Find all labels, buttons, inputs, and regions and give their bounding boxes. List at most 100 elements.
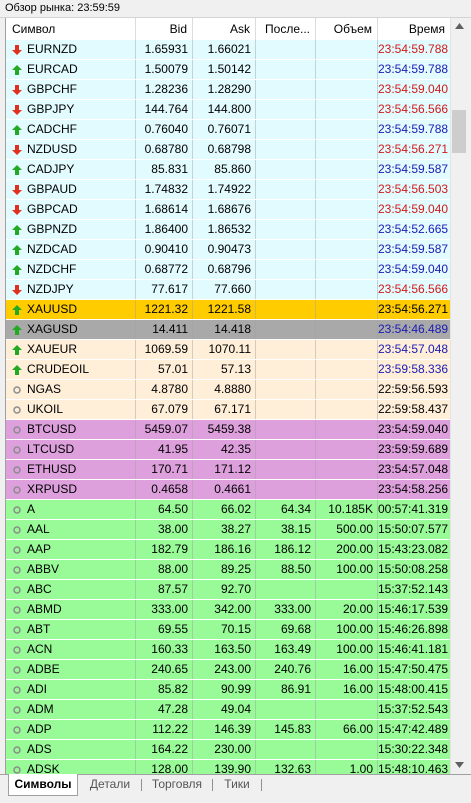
table-row[interactable]: GBPJPY 144.764 144.800 23:54:56.566 <box>6 100 451 120</box>
cell-bid: 64.50 <box>136 500 193 519</box>
cell-symbol: NGAS <box>6 380 136 399</box>
table-row[interactable]: CADCHF 0.76040 0.76071 23:54:59.788 <box>6 120 451 140</box>
tab-ticks[interactable]: Тики <box>215 775 259 794</box>
cell-bid: 38.00 <box>136 520 193 539</box>
cell-time: 23:54:59.788 <box>378 120 451 139</box>
window-title: Обзор рынка: 23:59:59 <box>5 2 121 14</box>
cell-symbol: ABMD <box>6 600 136 619</box>
table-row[interactable]: NZDCHF 0.68772 0.68796 23:54:59.040 <box>6 260 451 280</box>
table-row[interactable]: NZDUSD 0.68780 0.68798 23:54:56.271 <box>6 140 451 160</box>
column-header-volume[interactable]: Объем <box>316 18 378 40</box>
table-row[interactable]: AAL 38.00 38.27 38.15 500.00 15:50:07.577 <box>6 520 451 540</box>
circle-icon <box>13 606 21 614</box>
table-row[interactable]: AAP 182.79 186.16 186.12 200.00 15:43:23.082 <box>6 540 451 560</box>
cell-time: 15:30:22.348 <box>378 740 451 759</box>
cell-volume: 200.00 <box>316 540 378 559</box>
table-row[interactable]: EURCAD 1.50079 1.50142 23:54:59.788 <box>6 60 451 80</box>
table-row[interactable]: CRUDEOIL 57.01 57.13 23:59:58.336 <box>6 360 451 380</box>
circle-icon <box>13 506 21 514</box>
table-row[interactable]: ADM 47.28 49.04 15:37:52.543 <box>6 700 451 720</box>
column-header-last[interactable]: Послe... <box>256 18 316 40</box>
cell-ask: 1070.11 <box>193 340 256 359</box>
cell-bid: 1.86400 <box>136 220 193 239</box>
column-header-bid[interactable]: Bid <box>136 18 193 40</box>
market-watch-window: Обзор рынка: 23:59:59 Символ Bid Ask Пос… <box>0 0 471 803</box>
tab-symbols[interactable]: Символы <box>8 774 78 796</box>
cell-time: 00:57:41.319 <box>378 500 451 519</box>
table-row[interactable]: XRPUSD 0.4658 0.4661 23:54:58.256 <box>6 480 451 500</box>
cell-symbol: ABBV <box>6 560 136 579</box>
cell-time: 15:37:52.143 <box>378 580 451 599</box>
table-row[interactable]: NGAS 4.8780 4.8880 22:59:56.593 <box>6 380 451 400</box>
scroll-up-button[interactable] <box>451 18 468 35</box>
cell-ask: 0.4661 <box>193 480 256 499</box>
table-row[interactable]: GBPCAD 1.68614 1.68676 23:54:59.040 <box>6 200 451 220</box>
cell-bid: 77.617 <box>136 280 193 299</box>
cell-bid: 1.74832 <box>136 180 193 199</box>
table-row[interactable]: GBPCHF 1.28236 1.28290 23:54:59.040 <box>6 80 451 100</box>
cell-ask: 66.02 <box>193 500 256 519</box>
cell-symbol: ABT <box>6 620 136 639</box>
cell-bid: 85.831 <box>136 160 193 179</box>
table-row[interactable]: ADI 85.82 90.99 86.91 16.00 15:48:00.415 <box>6 680 451 700</box>
table-row[interactable]: GBPNZD 1.86400 1.86532 23:54:52.665 <box>6 220 451 240</box>
scrollbar-thumb[interactable] <box>452 110 466 153</box>
cell-time: 23:54:59.040 <box>378 80 451 99</box>
table-row[interactable]: XAUUSD 1221.32 1221.58 23:54:56.271 <box>6 300 451 320</box>
table-row[interactable]: ADP 112.22 146.39 145.83 66.00 15:47:42.489 <box>6 720 451 740</box>
symbol-name: EURCAD <box>27 62 78 76</box>
symbol-name: AAL <box>27 522 50 536</box>
table-row[interactable]: LTCUSD 41.95 42.35 23:59:59.689 <box>6 440 451 460</box>
table-row[interactable]: ABMD 333.00 342.00 333.00 20.00 15:46:17.539 <box>6 600 451 620</box>
vertical-scrollbar[interactable] <box>450 18 468 774</box>
column-header-time[interactable]: Время <box>378 18 451 40</box>
window-title-bar[interactable]: Обзор рынка: 23:59:59 <box>0 0 471 18</box>
table-row[interactable]: ABT 69.55 70.15 69.68 100.00 15:46:26.898 <box>6 620 451 640</box>
cell-ask: 38.27 <box>193 520 256 539</box>
table-row[interactable]: GBPAUD 1.74832 1.74922 23:54:56.503 <box>6 180 451 200</box>
cell-last <box>256 740 316 759</box>
table-row[interactable]: BTCUSD 5459.07 5459.38 23:54:59.040 <box>6 420 451 440</box>
table-row[interactable]: CADJPY 85.831 85.860 23:54:59.587 <box>6 160 451 180</box>
circle-icon <box>13 686 21 694</box>
scroll-down-button[interactable] <box>451 757 468 774</box>
column-header-ask[interactable]: Ask <box>193 18 256 40</box>
table-row[interactable]: ADSK 128.00 139.90 132.63 1.00 15:48:10.463 <box>6 760 451 774</box>
cell-ask: 1.74922 <box>193 180 256 199</box>
table-row[interactable]: ACN 160.33 163.50 163.49 100.00 15:46:41.181 <box>6 640 451 660</box>
cell-time: 23:54:57.048 <box>378 460 451 479</box>
table-row[interactable]: ABBV 88.00 89.25 88.50 100.00 15:50:08.258 <box>6 560 451 580</box>
cell-volume: 500.00 <box>316 520 378 539</box>
table-row[interactable]: A 64.50 66.02 64.34 10.185K 00:57:41.319 <box>6 500 451 520</box>
cell-bid: 4.8780 <box>136 380 193 399</box>
table-row[interactable]: NZDCAD 0.90410 0.90473 23:54:59.587 <box>6 240 451 260</box>
cell-last <box>256 80 316 99</box>
cell-bid: 69.55 <box>136 620 193 639</box>
arrow-up-icon <box>12 65 22 75</box>
cell-symbol: LTCUSD <box>6 440 136 459</box>
cell-last <box>256 280 316 299</box>
symbol-name: UKOIL <box>27 402 64 416</box>
cell-ask: 1.86532 <box>193 220 256 239</box>
table-row[interactable]: NZDJPY 77.617 77.660 23:54:56.566 <box>6 280 451 300</box>
symbol-name: XAUUSD <box>27 302 78 316</box>
tab-trading[interactable]: Торговля <box>144 775 210 794</box>
table-row[interactable]: EURNZD 1.65931 1.66021 23:54:59.788 <box>6 40 451 60</box>
cell-symbol: XAGUSD <box>6 320 136 339</box>
arrow-up-icon <box>12 345 22 355</box>
table-row[interactable]: ETHUSD 170.71 171.12 23:54:57.048 <box>6 460 451 480</box>
table-row[interactable]: XAUEUR 1069.59 1070.11 23:54:57.048 <box>6 340 451 360</box>
cell-last: 132.63 <box>256 760 316 774</box>
symbol-name: ADS <box>27 742 52 756</box>
column-header-symbol[interactable]: Символ <box>6 18 136 40</box>
chevron-up-icon <box>455 23 464 29</box>
cell-last <box>256 460 316 479</box>
tab-details[interactable]: Детали <box>82 775 138 794</box>
table-row[interactable]: ABC 87.57 92.70 15:37:52.143 <box>6 580 451 600</box>
table-row[interactable]: UKOIL 67.079 67.171 22:59:58.437 <box>6 400 451 420</box>
symbol-name: ETHUSD <box>27 462 77 476</box>
table-row[interactable]: XAGUSD 14.411 14.418 23:54:46.489 <box>6 320 451 340</box>
cell-symbol: EURCAD <box>6 60 136 79</box>
table-row[interactable]: ADBE 240.65 243.00 240.76 16.00 15:47:50.475 <box>6 660 451 680</box>
table-row[interactable]: ADS 164.22 230.00 15:30:22.348 <box>6 740 451 760</box>
